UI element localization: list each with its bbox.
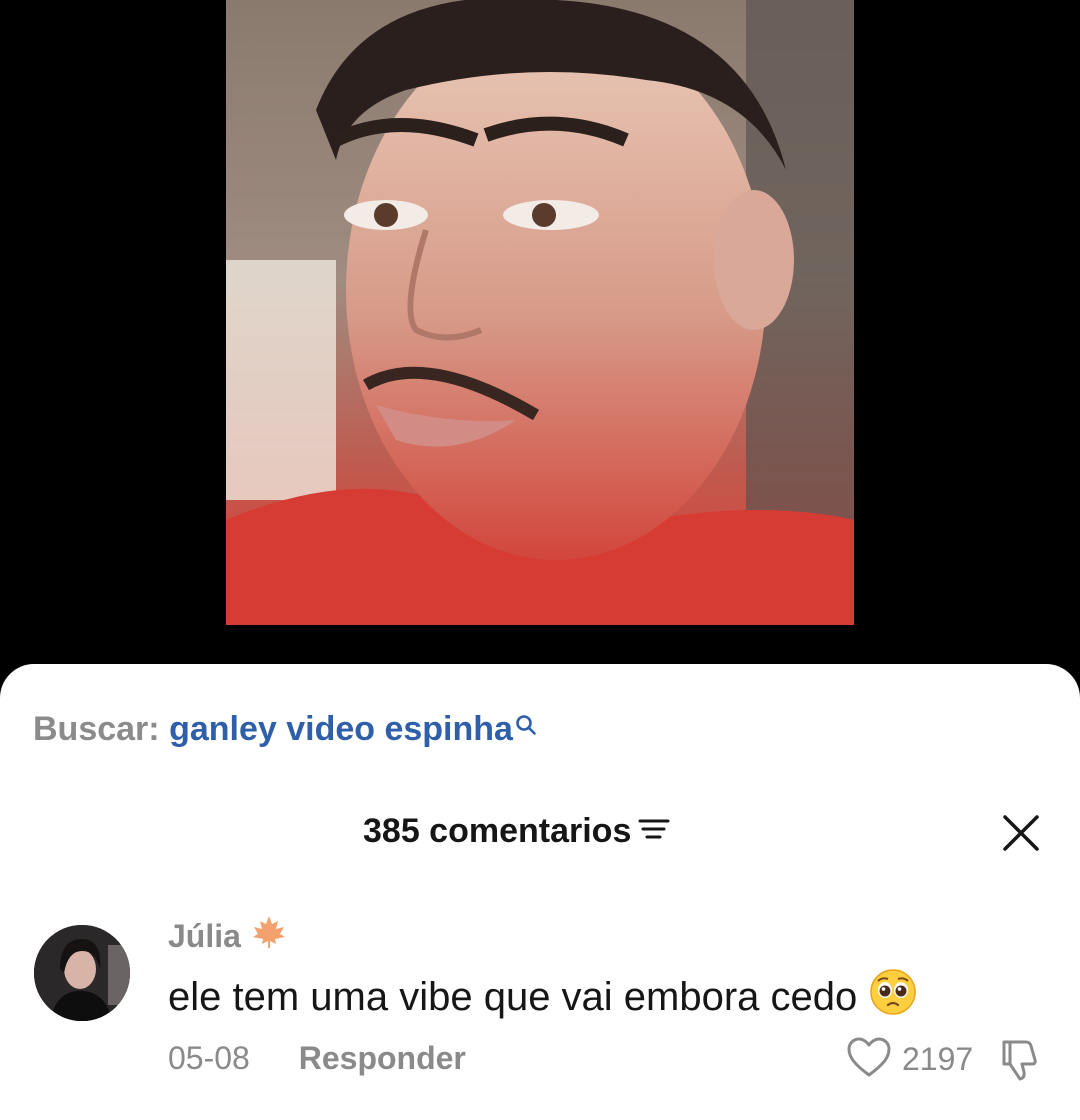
search-suggestion[interactable]: Buscar: ganley video espinha: [33, 710, 537, 749]
comment-body: ele tem uma vibe que vai embora cedo: [168, 968, 917, 1026]
reply-button[interactable]: Responder: [299, 1040, 466, 1076]
comments-count-title: 385 comentarios: [363, 812, 671, 851]
pleading-face-emoji-icon: [869, 968, 917, 1026]
filter-icon[interactable]: [637, 812, 671, 851]
comments-sheet: Buscar: ganley video espinha 385 comenta…: [0, 664, 1080, 1120]
like-button[interactable]: 2197: [846, 1036, 973, 1083]
video-frame-image: [226, 0, 854, 625]
search-icon: [515, 706, 537, 745]
heart-icon: [846, 1036, 892, 1083]
video-player[interactable]: [0, 0, 1080, 700]
comments-count-label: 385 comentarios: [363, 812, 632, 850]
comment-text: ele tem uma vibe que vai embora cedo: [168, 974, 858, 1019]
username-label: Júlia: [168, 917, 241, 954]
comments-header: 385 comentarios: [0, 812, 1080, 856]
thumbs-down-icon[interactable]: [996, 1036, 1044, 1089]
close-icon[interactable]: [1000, 812, 1042, 854]
avatar[interactable]: [34, 925, 130, 1021]
comment-username[interactable]: Júlia: [168, 914, 287, 958]
comment-meta: 05-08 Responder: [168, 1040, 466, 1077]
comment-date: 05-08: [168, 1040, 250, 1076]
search-prefix-label: Buscar:: [33, 710, 160, 748]
search-query-link[interactable]: ganley video espinha: [169, 710, 513, 748]
comment-item: Júlia ele tem uma vibe que vai embora ce…: [0, 904, 1080, 1104]
maple-leaf-icon: [251, 914, 287, 958]
like-count: 2197: [902, 1041, 974, 1077]
